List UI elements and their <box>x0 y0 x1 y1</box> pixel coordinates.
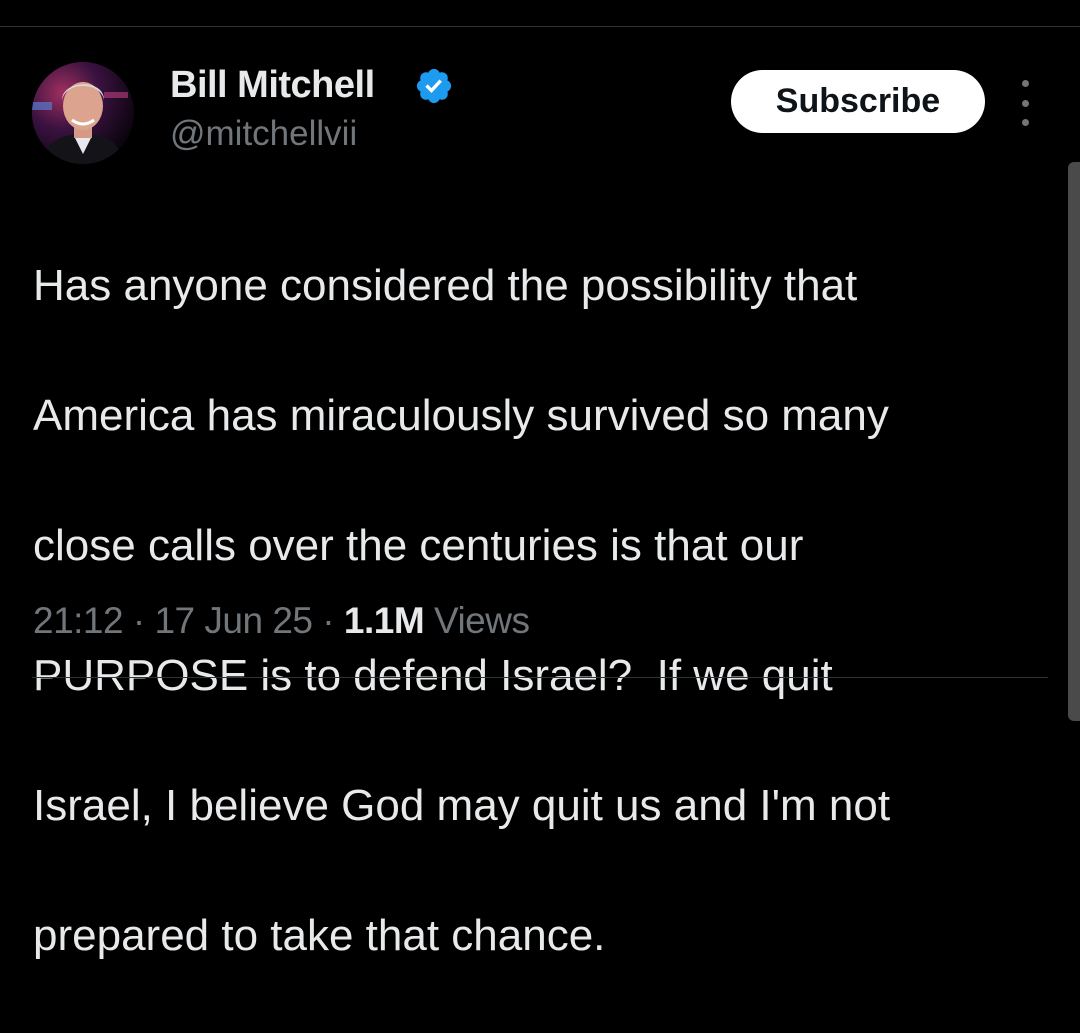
author-handle[interactable]: @mitchellvii <box>170 112 357 156</box>
top-divider <box>0 26 1080 27</box>
meta-separator: · <box>123 600 155 641</box>
meta-separator: · <box>312 600 344 641</box>
verified-badge-icon[interactable] <box>414 66 454 106</box>
tweet-text-line: Israel, I believe God may quit us and I'… <box>33 781 891 830</box>
more-dot <box>1021 119 1029 126</box>
tweet-date[interactable]: 17 Jun 25 <box>154 600 313 641</box>
avatar[interactable] <box>32 62 134 164</box>
more-vertical-icon[interactable] <box>1010 80 1040 126</box>
tweet-text-line: America has miraculously survived so man… <box>33 391 889 440</box>
profile-photo <box>32 62 134 164</box>
views-label[interactable]: Views <box>434 600 530 641</box>
author-display-name[interactable]: Bill Mitchell <box>170 62 375 108</box>
bottom-divider <box>32 677 1048 678</box>
tweet-text-line: prepared to take that chance. <box>33 911 606 960</box>
scrollbar[interactable] <box>1068 162 1080 721</box>
more-dot <box>1021 80 1029 87</box>
views-count[interactable]: 1.1M <box>344 600 425 641</box>
subscribe-button[interactable]: Subscribe <box>731 70 985 133</box>
tweet-text-line: PURPOSE is to defend Israel? If we quit <box>33 651 833 700</box>
tweet-meta: 21:12 · 17 Jun 25 · 1.1M Views <box>33 598 530 644</box>
more-dot <box>1021 99 1029 107</box>
tweet-time[interactable]: 21:12 <box>33 600 124 641</box>
tweet-text-line: Has anyone considered the possibility th… <box>33 261 858 310</box>
tweet-text-line: close calls over the centuries is that o… <box>33 521 804 570</box>
